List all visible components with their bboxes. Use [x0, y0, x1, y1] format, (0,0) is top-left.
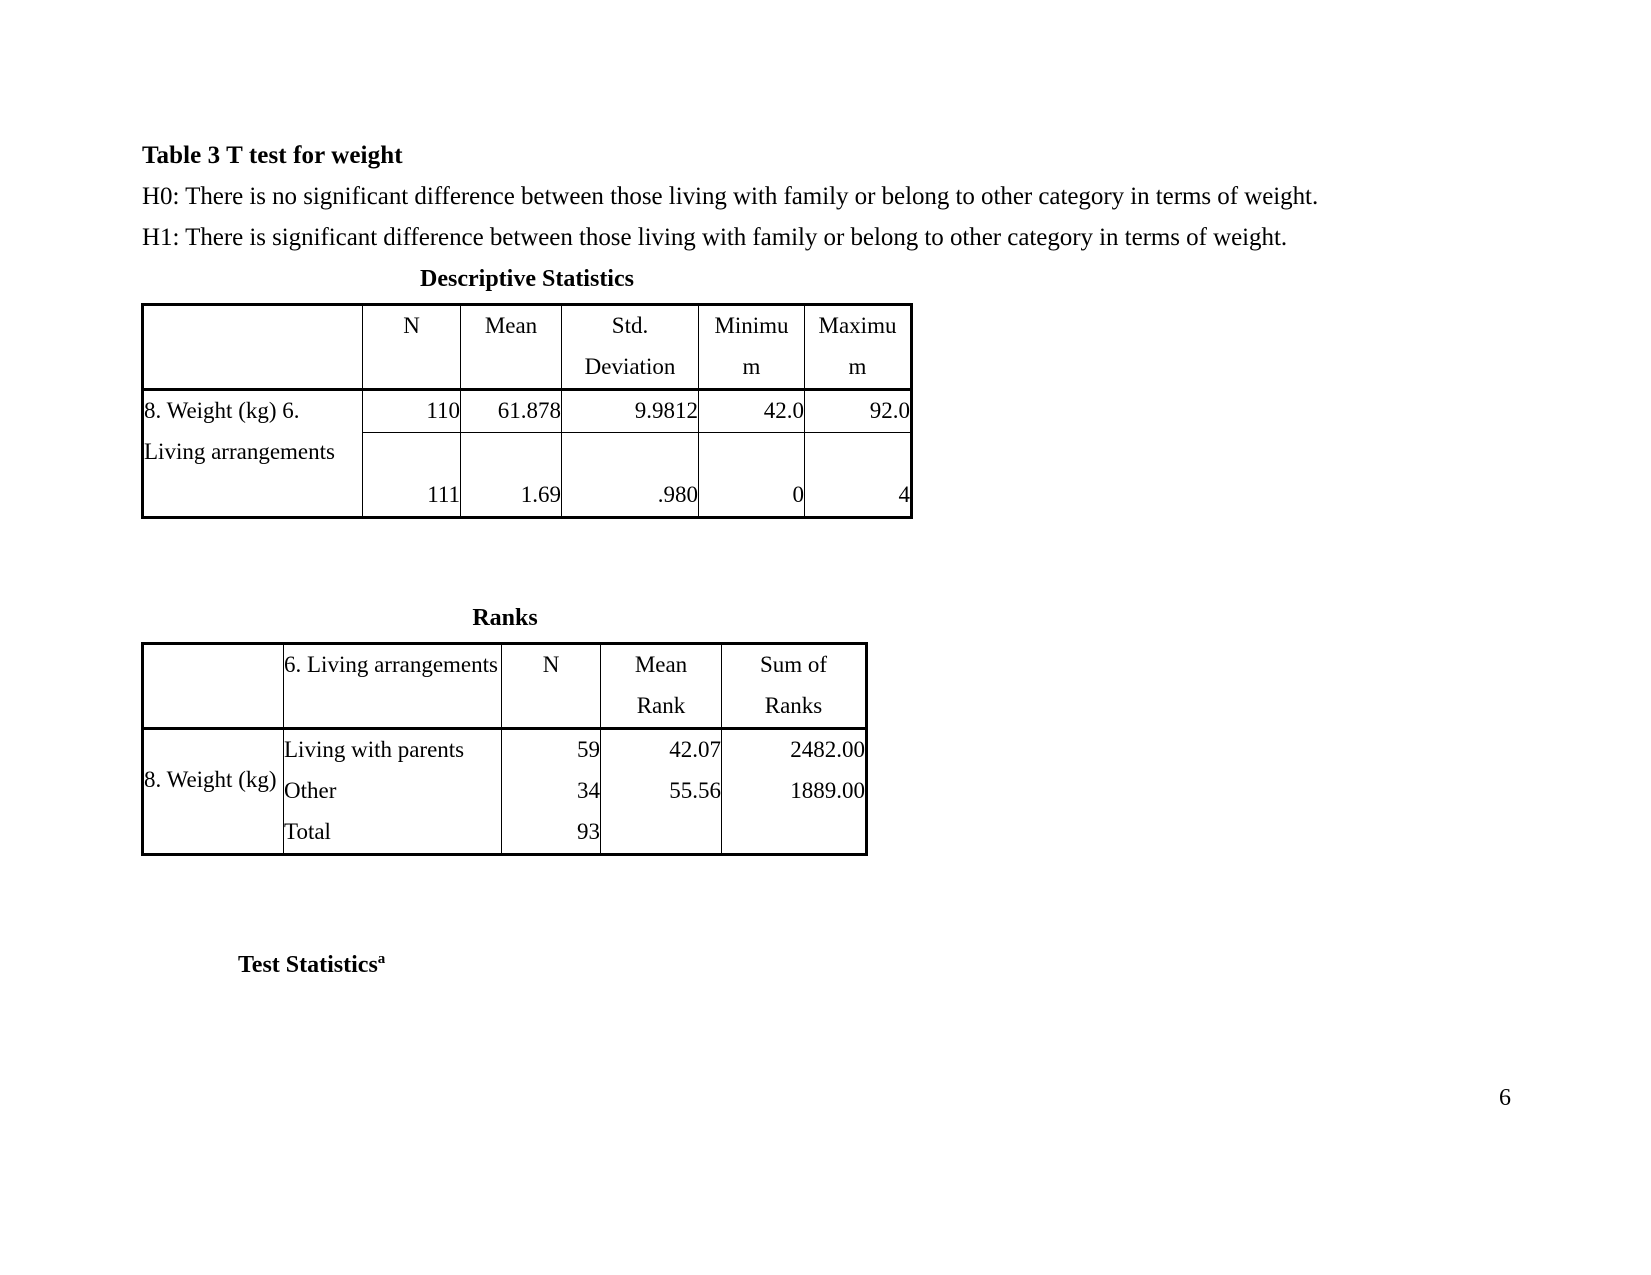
ranks-column-header-living-arrangements: 6. Living arrangements — [283, 642, 502, 729]
cell-weight-maximum: 92.0 — [804, 387, 913, 433]
cell-weight-std-deviation: 9.9812 — [561, 387, 699, 433]
ranks-column-header-n: N — [501, 642, 601, 729]
row-label-weight: 8. Weight (kg) — [144, 397, 277, 423]
ranks-cell-sum-of-ranks-total — [721, 811, 868, 856]
ranks-row-group-label-line1: 8. Weight — [144, 766, 233, 792]
column-header-blank — [141, 303, 363, 390]
ranks-column-header-living-line2: arrangements — [374, 652, 498, 677]
ranks-cell-sum-of-ranks-living-with-parents: 2482.00 — [721, 726, 868, 771]
ranks-cell-group-total: Total — [283, 811, 502, 856]
ranks-cell-group-other: Other — [283, 770, 502, 812]
ranks-column-header-sum-of-ranks: Sum of Ranks — [721, 642, 868, 729]
column-header-minimum-line2: m — [742, 353, 761, 379]
hypothesis-null: H0: There is no significant difference b… — [142, 183, 1319, 210]
ranks-caption: Ranks — [472, 605, 538, 631]
cell-weight-mean: 61.878 — [460, 387, 562, 433]
document-page: Table 3 T test for weight H0: There is n… — [0, 0, 1651, 1275]
cell-living-mean: 1.69 — [460, 431, 562, 519]
column-header-minimum-line1: Minimu — [714, 313, 789, 338]
hypothesis-alternative: H1: There is significant difference betw… — [142, 224, 1288, 251]
column-header-std-deviation-line1: Std. — [611, 313, 649, 338]
ranks-cell-group-living-with-parents: Living with parents — [283, 726, 502, 771]
row-label-living-line2: arrangements — [211, 438, 335, 464]
ranks-column-header-n-line1: N — [542, 652, 560, 677]
column-header-mean: Mean — [460, 303, 562, 390]
column-header-mean-line1: Mean — [484, 313, 538, 338]
test-statistics-footnote-marker: a — [377, 951, 386, 967]
ranks-column-header-sum-of-ranks-line1: Sum of — [759, 652, 828, 677]
ranks-column-header-mean-rank-line2: Rank — [636, 692, 686, 718]
column-header-maximum-line1: Maximu — [818, 313, 897, 338]
ranks-cell-n-living-with-parents: 59 — [501, 726, 601, 771]
ranks-cell-sum-of-ranks-other: 1889.00 — [721, 770, 868, 812]
column-header-std-deviation: Std. Deviation — [561, 303, 699, 390]
ranks-cell-mean-rank-total — [600, 811, 722, 856]
ranks-column-header-blank — [141, 642, 284, 729]
ranks-cell-mean-rank-other: 55.56 — [600, 770, 722, 812]
ranks-column-header-mean-rank-line1: Mean — [634, 652, 688, 677]
table-header-row: N Mean Std. Deviation Minimu m Maximu m — [141, 303, 913, 390]
row-labels-cell: 8. Weight (kg) 6. Living arrangements — [141, 387, 363, 519]
cell-living-std-deviation: .980 — [561, 431, 699, 519]
ranks-column-header-mean-rank: Mean Rank — [600, 642, 722, 729]
column-header-std-deviation-line2: Deviation — [584, 353, 676, 379]
table-row: 8. Weight (kg) 6. Living arrangements 11… — [141, 387, 913, 519]
table-header-row: 6. Living arrangements N Mean Rank Sum o… — [141, 642, 868, 729]
column-header-maximum-line2: m — [848, 353, 867, 379]
descriptive-statistics-table: N Mean Std. Deviation Minimu m Maximu m … — [141, 303, 913, 519]
ranks-row-group-label: 8. Weight (kg) — [141, 726, 284, 856]
table-row: 8. Weight (kg) Living with parents 59 42… — [141, 726, 868, 856]
descriptive-statistics-caption: Descriptive Statistics — [420, 266, 634, 292]
column-header-maximum: Maximu m — [804, 303, 913, 390]
ranks-cell-n-other: 34 — [501, 770, 601, 812]
page-number: 6 — [1499, 1085, 1511, 1111]
cell-living-n: 111 — [362, 431, 461, 519]
column-header-minimum: Minimu m — [698, 303, 805, 390]
ranks-column-header-living-line1: 6. Living — [284, 652, 369, 677]
ranks-cell-n-total: 93 — [501, 811, 601, 856]
cell-weight-minimum: 42.0 — [698, 387, 805, 433]
ranks-row-group-label-line2: (kg) — [238, 766, 277, 792]
test-statistics-caption-text: Test Statistics — [238, 952, 378, 978]
page-title: Table 3 T test for weight — [142, 142, 403, 169]
cell-living-maximum: 4 — [804, 431, 913, 519]
cell-living-minimum: 0 — [698, 431, 805, 519]
cell-weight-n: 110 — [362, 387, 461, 433]
ranks-table: 6. Living arrangements N Mean Rank Sum o… — [141, 642, 868, 856]
ranks-cell-mean-rank-living-with-parents: 42.07 — [600, 726, 722, 771]
column-header-n: N — [362, 303, 461, 390]
ranks-column-header-sum-of-ranks-line2: Ranks — [764, 692, 823, 718]
column-header-n-line1: N — [403, 313, 420, 338]
test-statistics-caption: Test Statisticsa — [238, 952, 385, 979]
